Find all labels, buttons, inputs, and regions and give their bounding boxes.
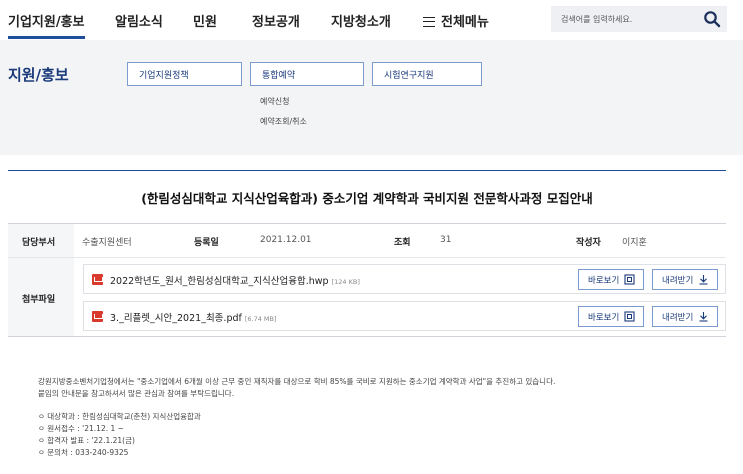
- post-title: (한림성심대학교 지식산업육합과) 중소기업 계약학과 국비지원 전문학사과정 …: [141, 191, 593, 206]
- nav-item-info[interactable]: 정보공개: [252, 11, 300, 30]
- download-button-label: 내려받기: [662, 276, 694, 286]
- file-size: [6.74 MB]: [244, 315, 277, 323]
- preview-icon: [624, 274, 635, 285]
- body-bullet: ㅇ 대상학과 : 한림성심대학교(춘천) 지식산업융합과: [38, 412, 201, 421]
- sub-link-apply[interactable]: 예약신청: [260, 96, 289, 107]
- download-button[interactable]: 내려받기: [652, 269, 718, 290]
- body-paragraph: 붙임의 안내문을 참고하셔서 많은 관심과 참여를 부탁드립니다.: [38, 389, 235, 398]
- attachment-item: 3._리플렛_시안_2021_최종.pdf [6.74 MB] 바로보기 내려받기: [83, 301, 726, 331]
- nav-item-about[interactable]: 지방청소개: [331, 11, 391, 30]
- view-button-label: 바로보기: [588, 276, 620, 286]
- download-icon: [699, 312, 708, 322]
- title-divider: [8, 170, 726, 171]
- nav-item-civil[interactable]: 민원: [193, 11, 217, 30]
- file-size: [124 KB]: [331, 278, 360, 286]
- attachment-row: 첨부파일 2022학년도_원서_한림성심대학교_지식산업융합.hwp [124 K…: [8, 258, 726, 337]
- search-icon[interactable]: [703, 10, 721, 28]
- view-button[interactable]: 바로보기: [578, 306, 644, 327]
- all-menu-label: 전체메뉴: [441, 15, 489, 30]
- author-label: 작성자: [576, 238, 601, 248]
- view-button-label: 바로보기: [588, 313, 620, 323]
- view-button[interactable]: 바로보기: [578, 269, 644, 290]
- attachment-item: 2022학년도_원서_한림성심대학교_지식산업융합.hwp [124 KB] 바로…: [83, 264, 726, 294]
- file-link[interactable]: 3._리플렛_시안_2021_최종.pdf [6.74 MB]: [110, 310, 277, 324]
- views-label: 조회: [394, 238, 411, 248]
- body-paragraph: 강원지방중소벤처기업청에서는 "중소기업에서 6개월 이상 근무 중인 재직자를…: [38, 377, 556, 386]
- sub-header: 지원/홍보 기업지원정책 통합예약 시험연구지원 예약신청 예약조회/취소: [0, 40, 743, 155]
- search-input[interactable]: [561, 11, 691, 27]
- file-name: 3._리플렛_시안_2021_최종.pdf: [110, 313, 242, 324]
- section-title: 지원/홍보: [8, 66, 69, 84]
- meta-row: 담당부서 수출지원센터 등록일 2021.12.01 조회 31 작성자 이지훈: [8, 224, 726, 258]
- hwp-file-icon: [92, 274, 103, 285]
- dept-label: 담당부서: [22, 238, 56, 248]
- attach-label: 첨부파일: [22, 295, 56, 305]
- post-meta-table: 담당부서 수출지원센터 등록일 2021.12.01 조회 31 작성자 이지훈…: [8, 223, 726, 337]
- file-name: 2022학년도_원서_한림성심대학교_지식산업융합.hwp: [110, 276, 329, 287]
- search-box: [551, 6, 727, 32]
- top-nav: 기업지원/홍보 알림소식 민원 정보공개 지방청소개 전체메뉴: [0, 0, 743, 40]
- nav-item-support[interactable]: 기업지원/홍보: [8, 11, 85, 39]
- file-link[interactable]: 2022학년도_원서_한림성심대학교_지식산업융합.hwp [124 KB]: [110, 273, 360, 287]
- sub-menu-policy[interactable]: 기업지원정책: [127, 62, 242, 86]
- sub-menu-reservation[interactable]: 통합예약: [250, 62, 364, 86]
- pdf-file-icon: [92, 311, 103, 322]
- dept-value: 수출지원센터: [82, 238, 132, 248]
- date-label: 등록일: [194, 238, 219, 248]
- views-value: 31: [440, 235, 452, 245]
- preview-icon: [624, 311, 635, 322]
- body-bullet: ㅇ 합격자 발표 : '22.1.21(금): [38, 436, 135, 445]
- nav-item-news[interactable]: 알림소식: [115, 11, 163, 30]
- menu-icon: [423, 17, 435, 27]
- download-icon: [699, 275, 708, 285]
- body-bullet: ㅇ 원서접수 : '21.12. 1 ~: [38, 424, 124, 433]
- download-button-label: 내려받기: [662, 313, 694, 323]
- sub-menu-research[interactable]: 시험연구지원: [372, 62, 482, 86]
- sub-link-check-cancel[interactable]: 예약조회/취소: [260, 116, 307, 127]
- all-menu-button[interactable]: 전체메뉴: [423, 11, 489, 30]
- author-value: 이지훈: [622, 238, 647, 248]
- download-button[interactable]: 내려받기: [652, 306, 718, 327]
- body-bullet: ㅇ 문의처 : 033-240-9325: [38, 448, 129, 457]
- date-value: 2021.12.01: [260, 235, 312, 245]
